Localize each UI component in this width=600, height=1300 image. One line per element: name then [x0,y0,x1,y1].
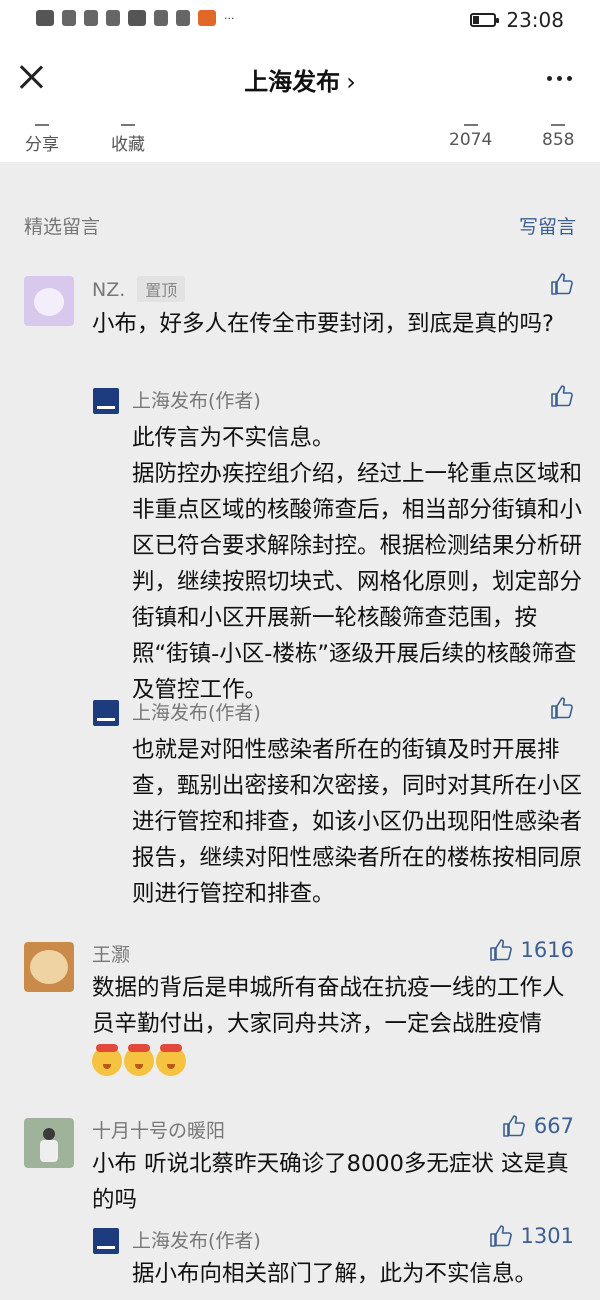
battery-icon [470,13,500,27]
fighting-emoji-icon [156,1043,186,1076]
wow-count-button[interactable]: 858 [542,124,574,150]
emoji-group [92,1043,186,1076]
author-reply-text: 也就是对阳性感染者所在的街镇及时开展排查，甄别出密接和次密接，同时对其所在小区进… [132,737,583,907]
share-icon [35,118,49,126]
status-bar: ··· 23:08 [0,0,600,42]
write-comment-link[interactable]: 写留言 [519,212,576,239]
thumb-up-icon [489,1224,513,1248]
fighting-emoji-icon [124,1043,154,1076]
like-button[interactable] [550,272,574,296]
heart-icon [551,118,566,126]
collect-button[interactable]: 收藏 [111,124,145,155]
commenter-name: 王灏 [92,944,131,966]
article-action-bar: 分享 收藏 2074 858 [0,116,600,162]
thumb-up-icon [550,696,574,720]
author-reply-name: 上海发布(作者) [132,390,261,412]
hd-icon [36,10,54,26]
account-title[interactable]: 上海发布 › [0,62,600,97]
thumb-up-icon [502,1114,526,1138]
like-button[interactable] [550,384,574,408]
selected-comments-header: 精选留言 写留言 [24,212,576,242]
commenter-name: 十月十号の暖阳 [92,1120,226,1142]
author-reply-text: 此传言为不实信息。 据防控办疾控组介绍，经过上一轮重点区域和非重点区域的核酸筛查… [132,425,583,703]
avatar[interactable] [24,942,74,992]
app-icon [176,10,190,26]
clock: 23:08 [506,8,564,32]
comment-text: 数据的背后是申城所有奋战在抗疫一线的工作人员辛勤付出，大家同舟共济，一定会战胜疫… [92,970,582,1078]
fighting-emoji-icon [92,1043,122,1076]
chevron-right-icon: › [346,68,356,96]
share-button[interactable]: 分享 [25,124,59,155]
section-title: 精选留言 [24,216,101,238]
author-avatar [93,1228,119,1254]
wechat-icon [106,10,120,26]
author-avatar [93,700,119,726]
thumb-up-icon [550,272,574,296]
avatar[interactable] [24,1118,74,1168]
like-button[interactable]: 1301 [489,1224,574,1248]
like-count-button[interactable]: 2074 [449,124,492,150]
status-icons: ··· [36,10,235,26]
pinned-badge: 置顶 [137,276,186,302]
app-icon [128,10,146,26]
comment-text: 小布，好多人在传全市要封闭，到底是真的吗? [92,311,554,337]
thumb-icon [463,118,478,126]
app-icon [198,10,216,26]
thumb-up-icon [550,384,574,408]
hotspot-icon [84,10,98,26]
signal-icon [62,10,76,26]
author-reply-name: 上海发布(作者) [132,1230,261,1252]
navigation-bar: 上海发布 › [0,42,600,116]
author-avatar [93,388,119,414]
more-status-icon: ··· [224,11,235,25]
like-button[interactable]: 1616 [489,938,574,962]
thumb-up-icon [489,938,513,962]
author-reply-text: 据小布向相关部门了解，此为不实信息。 [132,1261,538,1287]
author-reply-name: 上海发布(作者) [132,702,261,724]
app-icon [154,10,168,26]
star-icon [121,118,135,126]
avatar[interactable] [24,276,74,326]
like-button[interactable] [550,696,574,720]
commenter-name: NZ. 置顶 [92,276,186,302]
comment-text: 小布 听说北蔡昨天确诊了8000多无症状 这是真的吗 [92,1151,569,1213]
like-button[interactable]: 667 [502,1114,574,1138]
more-options-icon[interactable] [547,76,572,81]
